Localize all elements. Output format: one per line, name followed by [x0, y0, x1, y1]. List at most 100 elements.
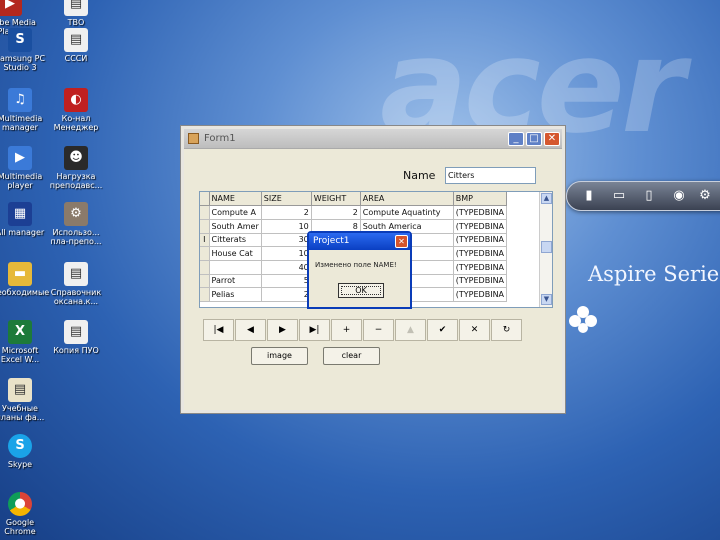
prior-record-button[interactable]: ◀: [235, 319, 266, 341]
current-row-indicator[interactable]: I: [200, 233, 210, 248]
window-title: Form1: [204, 133, 236, 144]
cell-name[interactable]: House Cat: [209, 246, 262, 261]
column-header[interactable]: SIZE: [261, 192, 312, 207]
desktop-icon-study-plans[interactable]: ▤ Учебные планы фа...: [0, 378, 52, 422]
cell-bmp[interactable]: (TYPEDBINA: [453, 260, 508, 275]
dialog-message: Изменено поле NAME!: [315, 261, 397, 269]
row-indicator[interactable]: [200, 219, 210, 234]
row-indicator[interactable]: [200, 274, 210, 289]
cell-name[interactable]: Pelias: [209, 287, 262, 302]
column-header[interactable]: NAME: [209, 192, 262, 207]
cell-bmp[interactable]: (TYPEDBINA: [453, 219, 508, 234]
ok-button[interactable]: OK: [338, 283, 384, 298]
insert-record-button[interactable]: +: [331, 319, 362, 341]
close-button[interactable]: ✕: [544, 132, 560, 146]
cell-size[interactable]: 30: [261, 233, 312, 248]
aspire-series-text: Aspire Series: [588, 262, 720, 286]
last-record-button[interactable]: ▶|: [299, 319, 330, 341]
row-indicator[interactable]: [200, 260, 210, 275]
cell-bmp[interactable]: (TYPEDBINA: [453, 233, 508, 248]
dialog-title-bar[interactable]: Project1 ✕: [309, 233, 410, 250]
cell-name[interactable]: South Amer: [209, 219, 262, 234]
chrome-icon: ●: [8, 492, 32, 516]
cell-name[interactable]: Parrot: [209, 274, 262, 289]
row-indicator[interactable]: [200, 287, 210, 302]
cell-size[interactable]: 10: [261, 219, 312, 234]
maximize-button[interactable]: □: [526, 132, 542, 146]
gear-icon: ⚙: [64, 202, 88, 226]
cell-bmp[interactable]: (TYPEDBINA: [453, 274, 508, 289]
media-icon[interactable]: ▭: [611, 188, 627, 204]
edit-record-button[interactable]: ▲: [395, 319, 426, 341]
name-label: Name: [403, 169, 436, 182]
first-record-button[interactable]: |◀: [203, 319, 234, 341]
cell-bmp[interactable]: (TYPEDBINA: [453, 246, 508, 261]
document-icon: ▤: [64, 0, 88, 16]
folder-icon: ▬: [8, 262, 32, 286]
desktop-icon-puo-copy[interactable]: ▤ Копия ПУО: [44, 320, 108, 355]
cancel-record-button[interactable]: ✕: [459, 319, 490, 341]
storage-icon[interactable]: ▯: [641, 188, 657, 204]
flower-logo-icon: [569, 306, 597, 333]
document-icon: ▤: [64, 28, 88, 52]
scroll-down-icon[interactable]: ▼: [541, 294, 552, 305]
dialog-title: Project1: [313, 236, 350, 246]
scroll-up-icon[interactable]: ▲: [541, 193, 552, 204]
samsung-pc-studio-icon: S: [8, 28, 32, 52]
cell-name[interactable]: [209, 260, 262, 275]
desktop-icon-skype[interactable]: S Skype: [0, 434, 52, 469]
desktop-icon-usage[interactable]: ⚙ Использо... пла-препо...: [44, 202, 108, 246]
cell-size[interactable]: 2: [261, 287, 312, 302]
cell-name[interactable]: Compute A: [209, 205, 262, 220]
cell-size[interactable]: 40: [261, 260, 312, 275]
desktop-icon-load[interactable]: ☻ Нагрузка преподавс...: [44, 146, 108, 190]
cell-bmp[interactable]: (TYPEDBINA: [453, 205, 508, 220]
app-icon: [188, 133, 199, 144]
grid-indicator-header: [200, 192, 210, 207]
ko-nal-manager-icon: ◐: [64, 88, 88, 112]
desktop-icon-sssi[interactable]: ▤ СССИ: [44, 28, 108, 63]
title-bar[interactable]: Form1 _ □ ✕: [184, 129, 562, 149]
skype-icon: S: [8, 434, 32, 458]
dialog-close-button[interactable]: ✕: [395, 235, 408, 248]
grid-header-row: NAME SIZE WEIGHT AREA BMP: [200, 192, 508, 207]
document-icon: ▤: [64, 262, 88, 286]
person-icon: ☻: [64, 146, 88, 170]
desktop-icon-ko-nal-manager[interactable]: ◐ Ко-нал Менеджер: [44, 88, 108, 132]
delete-record-button[interactable]: −: [363, 319, 394, 341]
cell-name[interactable]: Citterats: [209, 233, 262, 248]
clear-button[interactable]: clear: [323, 347, 380, 365]
project1-dialog[interactable]: Project1 ✕ Изменено поле NAME! OK: [307, 231, 412, 309]
column-header[interactable]: WEIGHT: [311, 192, 361, 207]
cell-weight[interactable]: 2: [311, 205, 361, 220]
document-icon: ▤: [64, 320, 88, 344]
multimedia-manager-icon: ♫: [8, 88, 32, 112]
refresh-button[interactable]: ↻: [491, 319, 522, 341]
scroll-thumb[interactable]: [541, 241, 552, 253]
post-record-button[interactable]: ✔: [427, 319, 458, 341]
network-icon[interactable]: ◉: [671, 188, 687, 204]
column-header[interactable]: BMP: [453, 192, 508, 207]
multimedia-player-icon: ▶: [8, 146, 32, 170]
row-indicator[interactable]: [200, 205, 210, 220]
desktop-icon-google-chrome[interactable]: ● Google Chrome: [0, 492, 52, 536]
name-field[interactable]: [445, 167, 536, 184]
desktop-icon-reference[interactable]: ▤ Справочник оксана.к...: [44, 262, 108, 306]
excel-icon: X: [8, 320, 32, 344]
next-record-button[interactable]: ▶: [267, 319, 298, 341]
cell-size[interactable]: 2: [261, 205, 312, 220]
gear-icon[interactable]: ⚙: [697, 188, 713, 204]
cell-size[interactable]: 5: [261, 274, 312, 289]
document-icon: ▤: [8, 378, 32, 402]
grid-scrollbar[interactable]: ▲ ▼: [539, 192, 552, 307]
cell-size[interactable]: 10: [261, 246, 312, 261]
desktop-icon-tvo[interactable]: ▤ ТВО: [44, 0, 108, 27]
image-button[interactable]: image: [251, 347, 308, 365]
cell-area[interactable]: Compute Aquatinty: [360, 205, 454, 220]
cell-bmp[interactable]: (TYPEDBINA: [453, 287, 508, 302]
column-header[interactable]: AREA: [360, 192, 454, 207]
row-indicator[interactable]: [200, 246, 210, 261]
battery-icon[interactable]: ▮: [581, 188, 597, 204]
minimize-button[interactable]: _: [508, 132, 524, 146]
table-row[interactable]: Compute A 2 2 Compute Aquatinty (TYPEDBI…: [200, 205, 508, 220]
